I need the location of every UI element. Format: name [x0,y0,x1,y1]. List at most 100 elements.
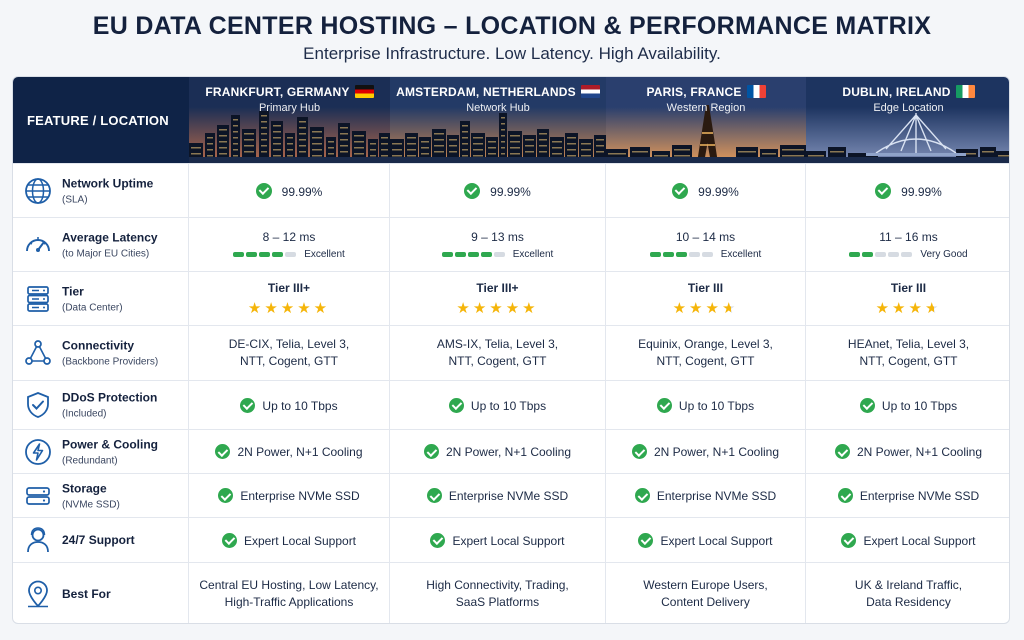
checked-value: Expert Local Support [638,532,773,548]
value-cell: DE-CIX, Telia, Level 3, NTT, Cogent, GTT [189,326,390,380]
star-icon: ★ [689,299,706,317]
value-line: UK & Ireland Traffic, [854,578,963,592]
value-text: Up to 10 Tbps [678,398,755,413]
value-cell: 2N Power, N+1 Cooling [606,430,806,473]
matrix-row-bestfor: Best For Central EU Hosting, Low Latency,… [13,562,1009,623]
uptime-value: 99.99% [255,182,322,199]
location-header-3: PARIS, FRANCE Western Region [606,77,806,163]
feature-label: Connectivity (Backbone Providers) [62,339,158,368]
matrix-row-latency: Average Latency (to Major EU Cities) 8 – 1… [13,217,1009,271]
checked-value: Enterprise NVMe SSD [426,488,569,503]
value-line: HEAnet, Telia, Level 3, [847,337,970,351]
check-icon [423,444,439,459]
feature-qualifier: (Included) [62,408,107,420]
value-text: 2N Power, N+1 Cooling [653,445,780,459]
page-subtitle: Enterprise Infrastructure. Low Latency. … [303,44,721,63]
latency-segment [480,251,492,257]
location-header-2: AMSTERDAM, NETHERLANDS Network Hub [390,77,606,163]
feature-qualifier: (Data Center) [62,302,123,313]
value-cell: 99.99% [606,164,806,217]
star-icon: ★ [280,299,298,317]
check-icon [672,182,689,199]
feature-cell: Network Uptime (SLA) [13,164,189,217]
value-line: Equinix, Orange, Level 3, [638,337,773,351]
multi-line-value: Western Europe Users, Content Delivery [643,577,768,611]
check-icon [221,532,237,548]
value-cell: Expert Local Support [806,518,1009,562]
value-cell: Tier III ★★★★ [606,272,806,325]
latency-segment [662,251,674,257]
value-cell: Up to 10 Tbps [189,381,390,429]
checked-value: Up to 10 Tbps [448,397,547,413]
fr-flag-icon [746,85,766,98]
value-text: 2N Power, N+1 Cooling [237,445,363,459]
star-icon: ★ [892,299,909,317]
value-line: High Connectivity, Trading, [426,578,569,592]
star-icon: ★ [875,299,893,317]
value-cell: Up to 10 Tbps [806,381,1009,429]
value-text: Enterprise NVMe SSD [448,489,569,503]
checked-value: Enterprise NVMe SSD [634,488,776,503]
star-icon: ★ [672,299,690,317]
uptime-value: 99.99% [464,182,531,199]
feature-cell: Storage (NVMe SSD) [13,474,189,517]
check-icon [634,488,650,503]
checked-value: Enterprise NVMe SSD [837,488,979,503]
latency-meter: Very Good [849,249,968,260]
latency-segment [675,251,687,257]
check-icon [218,488,234,503]
value-text: Up to 10 Tbps [470,398,547,413]
value-cell: Enterprise NVMe SSD [606,474,806,517]
feature-cell: Tier (Data Center) [13,272,189,325]
value-line: AMS-IX, Telia, Level 3, [436,337,559,351]
star-icon: ★ [505,299,523,317]
star-icon: ★ [456,299,473,317]
uptime-value: 99.99% [875,182,942,199]
location-name: FRANKFURT, GERMANY [189,85,390,99]
value-cell: 9 – 13 ms Excellent [390,218,606,271]
checked-value: Up to 10 Tbps [656,397,755,413]
location-name-text: DUBLIN, IRELAND [842,85,951,99]
feature-name: DDoS Protection [62,390,158,405]
checked-value: Expert Local Support [221,532,356,548]
location-caption: FRANKFURT, GERMANY Primary Hub [189,85,390,114]
multi-line-value: Equinix, Orange, Level 3, NTT, Cogent, GT… [638,336,773,370]
ie-flag-icon [955,85,975,98]
location-name: DUBLIN, IRELAND [806,85,1009,99]
value-cell: 99.99% [189,164,390,217]
matrix-row-storage: Storage (NVMe SSD) Enterprise NVMe SSD Ente… [13,473,1009,517]
matrix-row-tier: Tier (Data Center) Tier III+ ★★★★★ Tier III+… [13,271,1009,325]
matrix-row-uptime: Network Uptime (SLA) 99.99% 99.99% 99.99% 99.… [13,163,1009,217]
value-line: NTT, Cogent, GTT [448,354,547,368]
latency-segment [875,251,887,257]
value-cell: Expert Local Support [606,518,806,562]
check-icon [464,182,481,199]
value-text: 2N Power, N+1 Cooling [445,445,572,459]
latency-segment [441,251,453,257]
check-icon [638,532,654,548]
latency-segment [888,251,900,257]
value-cell: 2N Power, N+1 Cooling [189,430,390,473]
value-cell: 8 – 12 ms Excellent [189,218,390,271]
feature-label: Average Latency (to Major EU Cities) [62,230,158,259]
value-cell: UK & Ireland Traffic, Data Residency [806,563,1009,623]
latency-segment [246,251,258,257]
matrix-row-connectivity: Connectivity (Backbone Providers) DE-CIX, … [13,325,1009,380]
value-cell: Western Europe Users, Content Delivery [606,563,806,623]
checked-value: 2N Power, N+1 Cooling [631,444,780,459]
globe-icon [23,176,53,206]
feature-label: 24/7 Support [62,533,135,547]
matrix-row-power: Power & Cooling (Redundant) 2N Power, N+1 … [13,429,1009,473]
latency-segment [493,251,505,257]
feature-cell: Connectivity (Backbone Providers) [13,326,189,380]
feature-name: Power & Cooling [62,437,158,451]
latency-rating: Excellent [512,248,554,260]
value-text: Expert Local Support [452,533,565,548]
check-icon [255,182,272,199]
gauge-icon [23,230,53,260]
star-rating: ★★★★★ [456,299,538,317]
drive-icon [23,481,53,511]
lightning-icon [23,437,53,467]
star-icon: ★ [297,299,314,317]
latency-meter: Excellent [441,248,554,260]
